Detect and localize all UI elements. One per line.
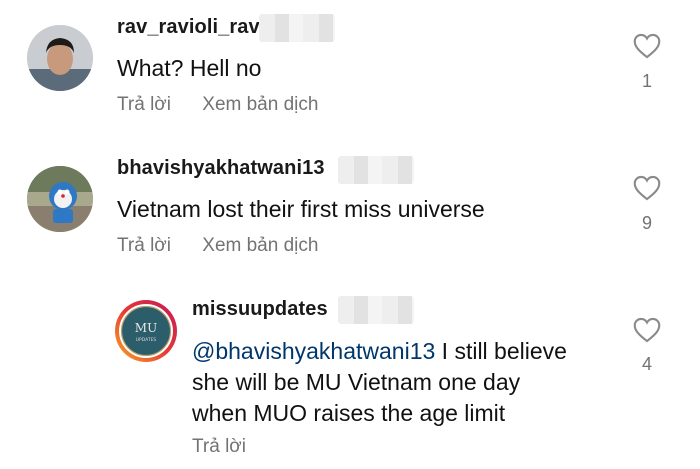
like-count: 9 xyxy=(641,213,652,233)
reply-text-line3: when MUO raises the age limit xyxy=(192,400,506,426)
like-button[interactable] xyxy=(632,33,662,59)
reply-text-line2: she will be MU Vietnam one day xyxy=(192,369,521,395)
reply-username[interactable]: missuupdates xyxy=(192,298,328,321)
heart-outline-icon xyxy=(633,33,661,59)
avatar-cartoon-icon xyxy=(27,166,93,232)
redacted-timestamp xyxy=(338,156,414,184)
avatar-logo-icon: MU UPDATES xyxy=(119,304,173,358)
like-button[interactable] xyxy=(632,317,662,343)
mention-link[interactable]: @bhavishyakhatwani13 xyxy=(192,338,435,364)
heart-outline-icon xyxy=(633,317,661,343)
reply-button[interactable]: Trả lời xyxy=(117,235,171,256)
avatar[interactable] xyxy=(27,166,93,232)
translate-button[interactable]: Xem bản dịch xyxy=(202,235,318,256)
logo-text-bottom: UPDATES xyxy=(136,337,157,343)
like-count: 4 xyxy=(641,354,652,374)
comment-text: Vietnam lost their first miss universe xyxy=(117,196,485,222)
reply-text-line1: @bhavishyakhatwani13 I still believe xyxy=(192,337,567,365)
comment-actions: Trả lời Xem bản dịch xyxy=(117,94,344,116)
reply-text-segment: I still believe xyxy=(435,338,567,364)
like-count: 1 xyxy=(641,71,652,91)
avatar[interactable]: MU UPDATES xyxy=(115,300,177,362)
heart-outline-icon xyxy=(633,175,661,201)
comment-text: What? Hell no xyxy=(117,55,262,81)
avatar[interactable] xyxy=(27,25,93,91)
reply-button[interactable]: Trả lời xyxy=(117,94,171,115)
redacted-timestamp xyxy=(259,14,335,42)
comment-username[interactable]: rav_ravioli_rav xyxy=(117,16,260,39)
avatar-photo-icon xyxy=(27,25,93,91)
comment-actions: Trả lời Xem bản dịch xyxy=(117,235,344,257)
logo-text-top: MU xyxy=(135,321,157,335)
redacted-timestamp xyxy=(338,296,414,324)
reply-button[interactable]: Trả lời xyxy=(192,436,246,457)
reply-actions: Trả lời xyxy=(192,436,272,458)
like-button[interactable] xyxy=(632,175,662,201)
translate-button[interactable]: Xem bản dịch xyxy=(202,94,318,115)
comment-username[interactable]: bhavishyakhatwani13 xyxy=(117,157,325,180)
